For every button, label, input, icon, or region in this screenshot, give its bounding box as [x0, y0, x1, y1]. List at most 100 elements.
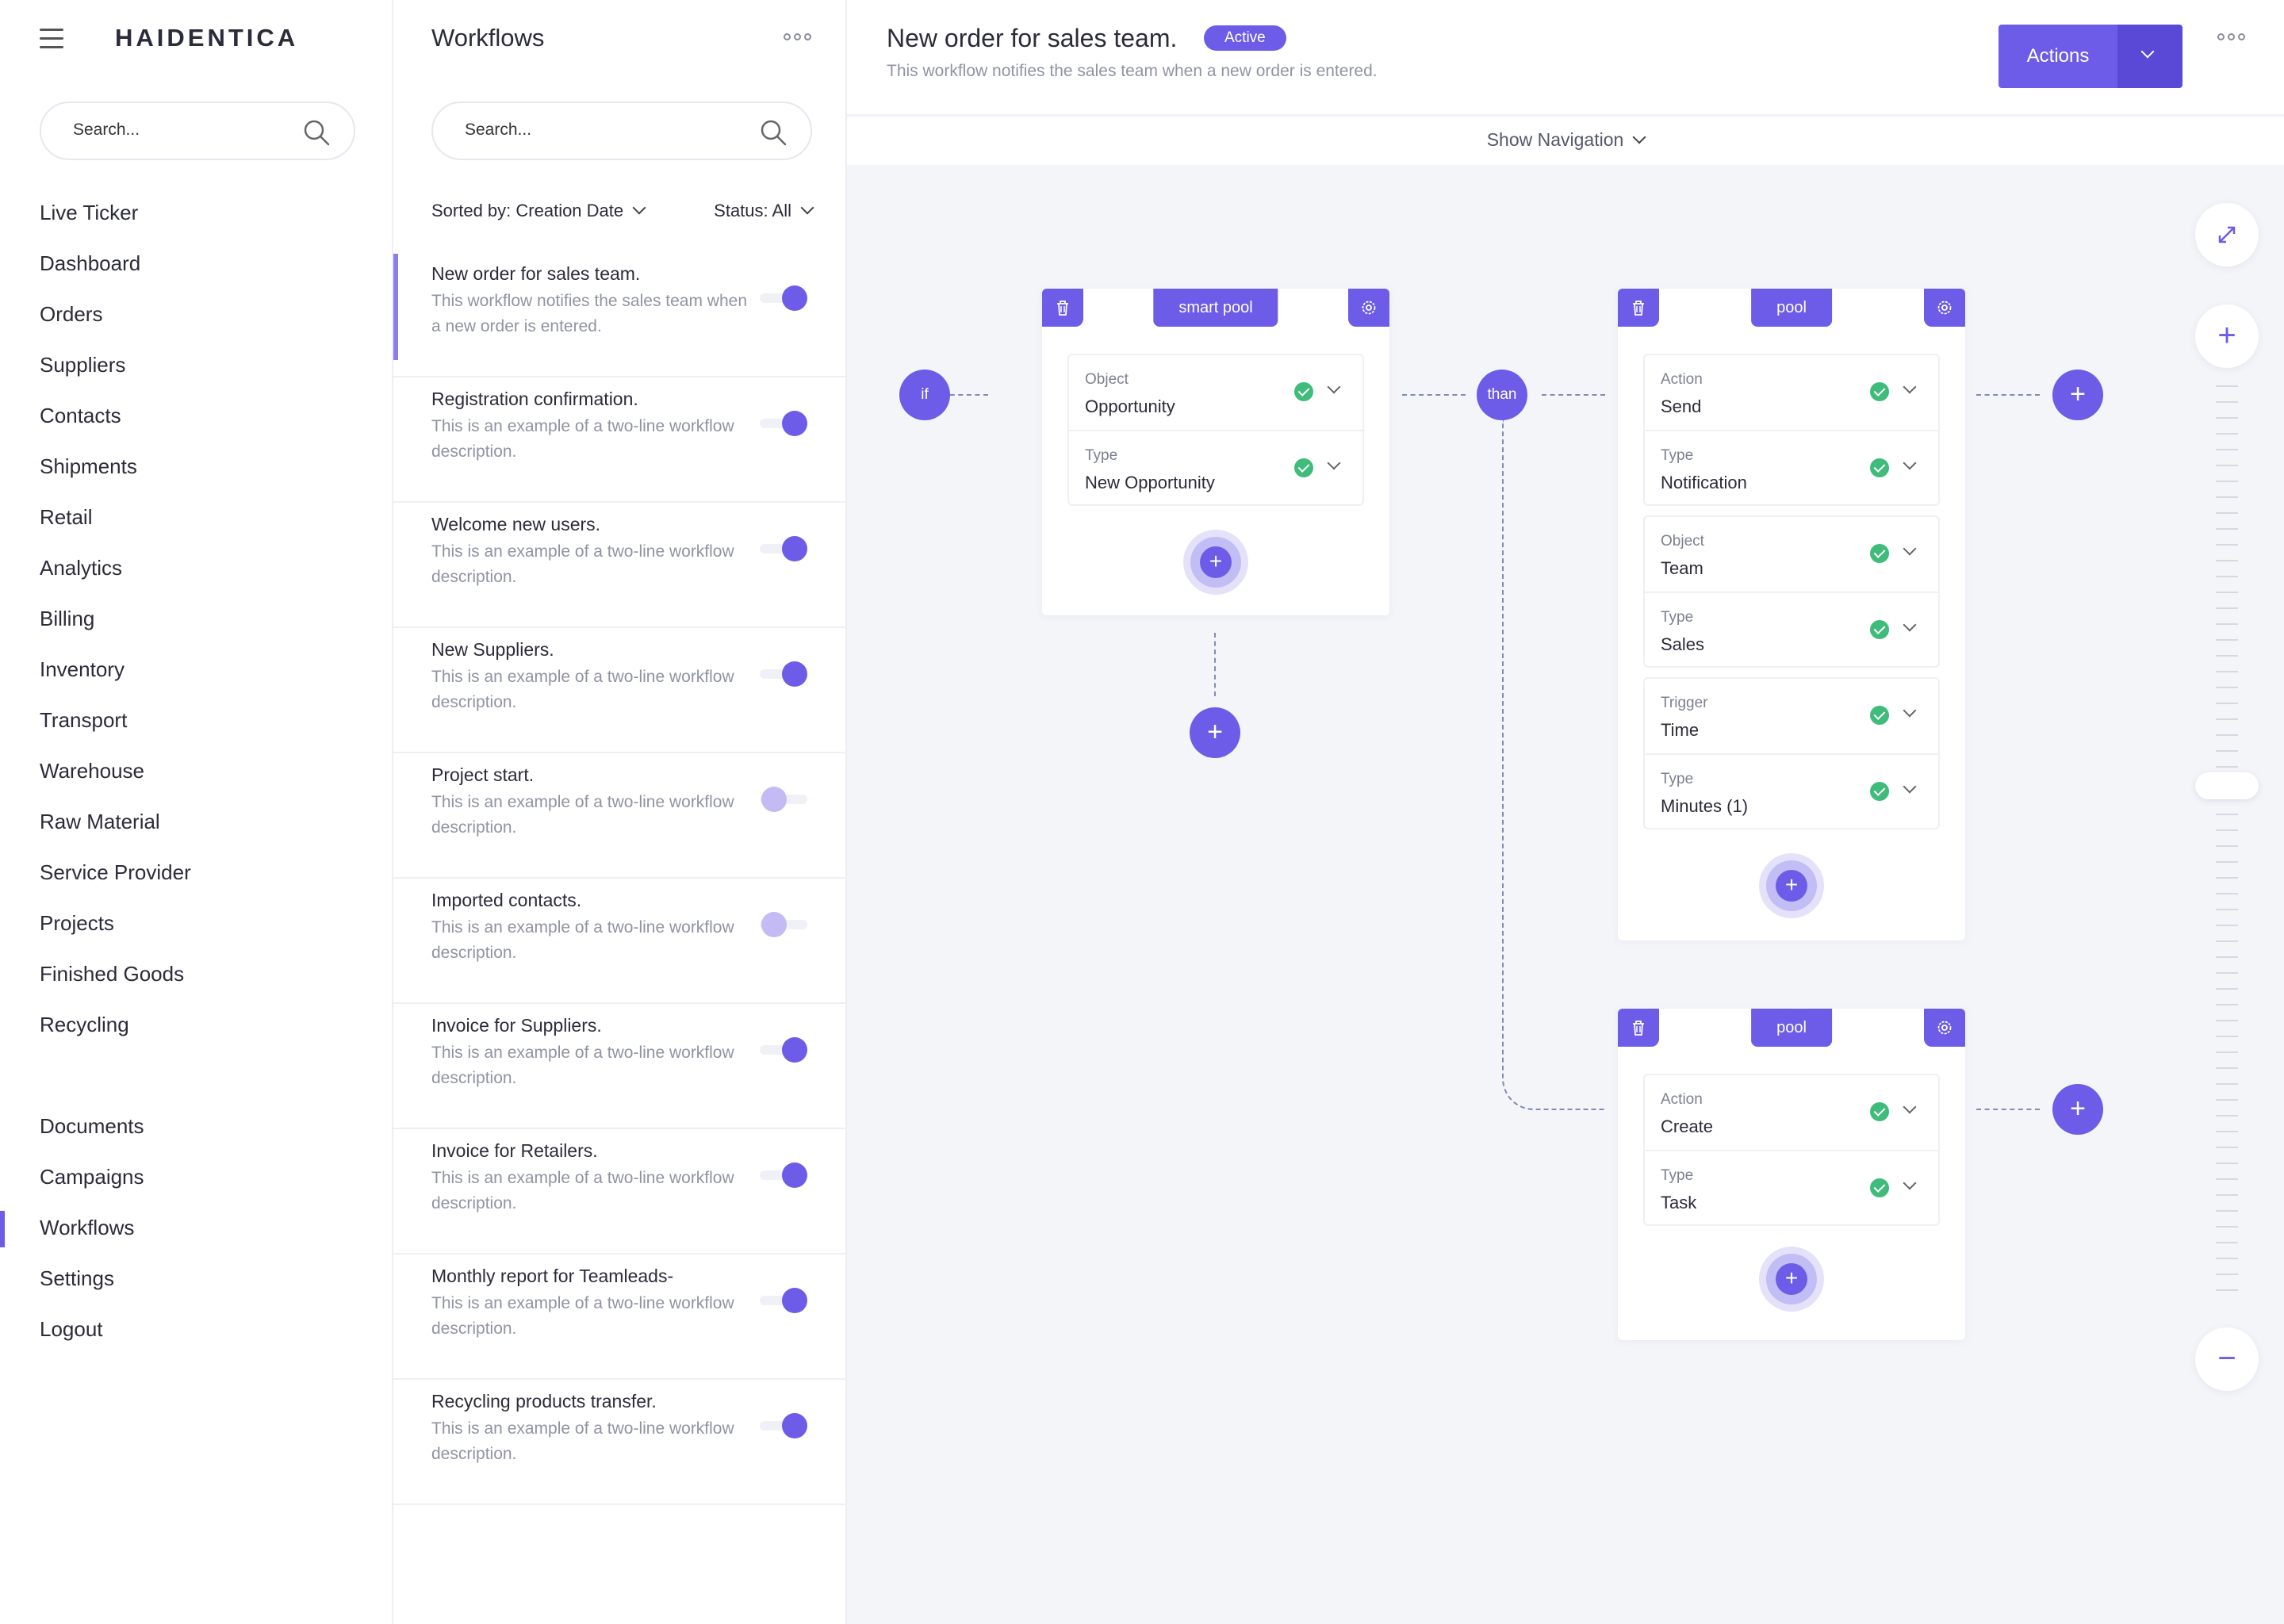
zoom-tick: [2216, 925, 2238, 926]
more-icon[interactable]: [2217, 33, 2245, 40]
nav-item-analytics[interactable]: Analytics: [40, 542, 191, 593]
workflow-enabled-toggle[interactable]: [760, 1161, 807, 1189]
workflow-enabled-toggle[interactable]: [760, 910, 807, 939]
trash-icon[interactable]: [1618, 289, 1659, 327]
nav-item-suppliers[interactable]: Suppliers: [40, 339, 191, 390]
workflow-enabled-toggle[interactable]: [760, 785, 807, 814]
trash-icon[interactable]: [1618, 1009, 1659, 1047]
hamburger-icon[interactable]: [40, 29, 63, 49]
field-row[interactable]: Type Notification: [1645, 430, 1938, 504]
gear-icon[interactable]: [1924, 1009, 1965, 1047]
nav-item-projects[interactable]: Projects: [40, 898, 191, 948]
chevron-down-icon[interactable]: [1903, 456, 1917, 470]
if-node[interactable]: if: [899, 370, 950, 420]
sort-dropdown[interactable]: Sorted by: Creation Date: [431, 201, 646, 221]
field-row[interactable]: Trigger Time: [1645, 679, 1938, 753]
toggle-knob: [761, 787, 787, 812]
add-action-button[interactable]: +: [1759, 853, 1824, 918]
actions-dropdown-toggle[interactable]: [2117, 25, 2182, 88]
show-navigation-toggle[interactable]: Show Navigation: [847, 117, 2284, 165]
nav-item-settings[interactable]: Settings: [40, 1253, 144, 1304]
field-row[interactable]: Action Send: [1645, 355, 1938, 430]
workflow-list-item[interactable]: Invoice for Suppliers. This is an example…: [393, 1004, 845, 1129]
zoom-slider-track[interactable]: [2216, 385, 2238, 1448]
field-row[interactable]: Object Team: [1645, 517, 1938, 592]
nav-item-shipments[interactable]: Shipments: [40, 441, 191, 492]
nav-item-transport[interactable]: Transport: [40, 695, 191, 745]
field-row[interactable]: Action Create: [1645, 1075, 1938, 1150]
more-icon[interactable]: [784, 33, 811, 40]
workflow-list-item[interactable]: New order for sales team. This workflow n…: [393, 252, 845, 377]
chevron-down-icon[interactable]: [1327, 380, 1341, 394]
workflow-enabled-toggle[interactable]: [760, 1411, 807, 1440]
nav-item-finished-goods[interactable]: Finished Goods: [40, 948, 191, 999]
search-icon[interactable]: [760, 119, 787, 146]
workflow-description: This is an example of a two-line workflo…: [431, 1294, 734, 1338]
nav-item-contacts[interactable]: Contacts: [40, 390, 191, 441]
workflow-list-item[interactable]: Invoice for Retailers. This is an example…: [393, 1129, 845, 1254]
nav-item-warehouse[interactable]: Warehouse: [40, 745, 191, 796]
workflow-enabled-toggle[interactable]: [760, 284, 807, 312]
nav-item-recycling[interactable]: Recycling: [40, 999, 191, 1050]
workflow-list-item[interactable]: Monthly report for Teamleads- This is an …: [393, 1254, 845, 1380]
workflow-list-item[interactable]: Registration confirmation. This is an exa…: [393, 377, 845, 503]
workflow-list-item[interactable]: Recycling products transfer. This is an e…: [393, 1380, 845, 1505]
nav-item-campaigns[interactable]: Campaigns: [40, 1151, 144, 1202]
chevron-down-icon[interactable]: [1903, 542, 1917, 556]
than-node[interactable]: than: [1477, 370, 1527, 420]
zoom-out-button[interactable]: −: [2195, 1327, 2259, 1391]
workflow-description: This is an example of a two-line workflo…: [431, 1169, 734, 1212]
workflow-list-item[interactable]: New Suppliers. This is an example of a tw…: [393, 628, 845, 753]
chevron-down-icon[interactable]: [1903, 380, 1917, 394]
nav-item-dashboard[interactable]: Dashboard: [40, 238, 191, 289]
nav-item-billing[interactable]: Billing: [40, 593, 191, 644]
gear-icon[interactable]: [1924, 289, 1965, 327]
chevron-down-icon[interactable]: [1903, 703, 1917, 718]
nav-item-inventory[interactable]: Inventory: [40, 644, 191, 695]
zoom-in-button[interactable]: +: [2195, 304, 2259, 368]
workflow-enabled-toggle[interactable]: [760, 409, 807, 438]
add-step-button[interactable]: +: [2052, 1084, 2103, 1135]
zoom-tick: [2216, 1067, 2238, 1069]
chevron-down-icon[interactable]: [1903, 1100, 1917, 1114]
workflow-list-item[interactable]: Imported contacts. This is an example of …: [393, 879, 845, 1004]
field-row[interactable]: Type New Opportunity: [1069, 430, 1362, 504]
nav-item-logout[interactable]: Logout: [40, 1304, 144, 1354]
field-row[interactable]: Type Task: [1645, 1150, 1938, 1224]
nav-search-input[interactable]: [73, 121, 247, 140]
add-condition-button[interactable]: +: [1183, 530, 1248, 595]
add-action-button[interactable]: +: [1759, 1247, 1824, 1312]
actions-button[interactable]: Actions: [1998, 25, 2117, 88]
workflow-enabled-toggle[interactable]: [760, 534, 807, 563]
workflow-enabled-toggle[interactable]: [760, 1036, 807, 1064]
add-step-button[interactable]: +: [1190, 707, 1240, 758]
chevron-down-icon[interactable]: [1327, 456, 1341, 470]
chevron-down-icon[interactable]: [1903, 618, 1917, 632]
workflow-list-item[interactable]: Welcome new users. This is an example of …: [393, 503, 845, 628]
fullscreen-button[interactable]: [2195, 203, 2259, 266]
chevron-down-icon[interactable]: [1903, 779, 1917, 794]
nav-item-raw-material[interactable]: Raw Material: [40, 796, 191, 847]
nav-item-service-provider[interactable]: Service Provider: [40, 847, 191, 898]
nav-item-retail[interactable]: Retail: [40, 492, 191, 542]
field-row[interactable]: Type Minutes (1): [1645, 753, 1938, 828]
zoom-tick: [2216, 1147, 2238, 1148]
workflow-enabled-toggle[interactable]: [760, 660, 807, 688]
nav-item-workflows[interactable]: Workflows: [40, 1202, 144, 1253]
nav-item-documents[interactable]: Documents: [40, 1101, 144, 1151]
field-row[interactable]: Type Sales: [1645, 592, 1938, 666]
zoom-tick: [2216, 544, 2238, 546]
chevron-down-icon[interactable]: [1903, 1176, 1917, 1190]
nav-item-live-ticker[interactable]: Live Ticker: [40, 187, 191, 238]
add-step-button[interactable]: +: [2052, 370, 2103, 420]
zoom-slider-handle[interactable]: [2195, 772, 2259, 799]
workflows-search-input[interactable]: [465, 121, 639, 140]
workflow-enabled-toggle[interactable]: [760, 1286, 807, 1315]
trash-icon[interactable]: [1042, 289, 1083, 327]
nav-item-orders[interactable]: Orders: [40, 289, 191, 339]
status-filter-dropdown[interactable]: Status: All: [714, 201, 814, 221]
gear-icon[interactable]: [1348, 289, 1389, 327]
search-icon[interactable]: [303, 119, 330, 146]
field-row[interactable]: Object Opportunity: [1069, 355, 1362, 430]
workflow-list-item[interactable]: Project start. This is an example of a tw…: [393, 753, 845, 879]
